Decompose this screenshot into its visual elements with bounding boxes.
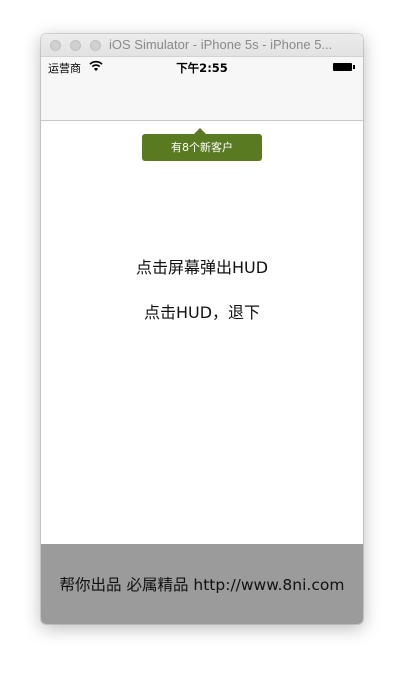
status-time: 下午2:55	[176, 61, 228, 75]
status-bar: 运营商 下午2:55	[41, 57, 363, 77]
iphone-screen[interactable]: 运营商 下午2:55 有8个新客户 点击屏幕弹出HUD 点击HUD，退下 帮你出…	[41, 57, 363, 624]
title-bar[interactable]: iOS Simulator - iPhone 5s - iPhone 5...	[41, 34, 363, 57]
footer-banner: 帮你出品 必属精品 http://www.8ni.com	[41, 544, 363, 624]
tap-hud-hint: 点击HUD，退下	[143, 303, 261, 322]
tap-screen-hint: 点击屏幕弹出HUD	[135, 258, 269, 277]
footer-text: 帮你出品 必属精品 http://www.8ni.com	[59, 576, 345, 594]
hud-notification[interactable]: 有8个新客户	[142, 134, 262, 161]
minimize-button[interactable]	[70, 40, 81, 51]
battery-icon	[333, 63, 355, 71]
simulator-window: iOS Simulator - iPhone 5s - iPhone 5... …	[41, 34, 363, 624]
window-title: iOS Simulator - iPhone 5s - iPhone 5...	[109, 37, 333, 52]
navigation-bar: 运营商 下午2:55	[41, 57, 363, 121]
close-button[interactable]	[50, 40, 61, 51]
zoom-button[interactable]	[90, 40, 101, 51]
